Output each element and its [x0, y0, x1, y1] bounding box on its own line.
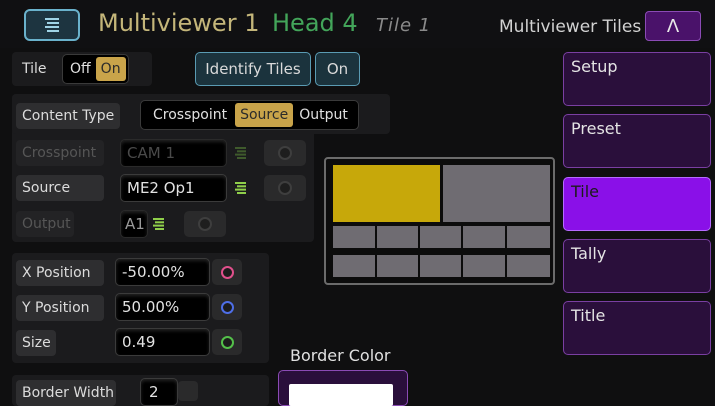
- sidebar-item-title[interactable]: Title: [563, 301, 711, 355]
- content-type-output[interactable]: Output: [293, 103, 356, 127]
- size-color-dot: [220, 335, 234, 349]
- tile-on-off-toggle[interactable]: Off On: [62, 54, 129, 84]
- y-position-dot-button[interactable]: [212, 294, 242, 320]
- tile-title: Tile 1: [376, 15, 432, 36]
- content-type-label: Content Type: [16, 103, 121, 129]
- output-list-icon[interactable]: [148, 211, 168, 237]
- tile-layout-preview: [324, 157, 555, 285]
- sidebar-item-preset[interactable]: Preset: [563, 114, 711, 168]
- size-label: Size: [16, 330, 56, 356]
- border-color-label: Border Color: [290, 346, 391, 365]
- y-position-color-dot: [220, 300, 234, 314]
- preview-tile-small[interactable]: [507, 255, 550, 277]
- knob-icon: [278, 181, 292, 195]
- y-position-label: Y Position: [16, 295, 104, 321]
- content-type-source[interactable]: Source: [235, 103, 294, 127]
- crosspoint-knob[interactable]: [264, 140, 306, 166]
- preview-tile-large[interactable]: [443, 165, 550, 222]
- preview-tile-small[interactable]: [377, 255, 418, 277]
- source-label: Source: [16, 175, 104, 201]
- crosspoint-field[interactable]: CAM 1: [120, 139, 227, 167]
- preview-tile-small[interactable]: [333, 255, 375, 277]
- head-title: Head 4: [272, 9, 358, 37]
- knob-icon: [278, 146, 292, 160]
- sidebar-item-tile[interactable]: Tile: [563, 177, 711, 231]
- output-field[interactable]: A1: [120, 210, 148, 238]
- tile-off-option[interactable]: Off: [65, 57, 96, 81]
- caret-up-icon: Λ: [666, 15, 680, 37]
- content-type-selector[interactable]: Crosspoint Source Output: [140, 100, 359, 130]
- size-dot-button[interactable]: [212, 329, 242, 355]
- x-position-color-dot: [220, 265, 234, 279]
- preview-tile-small[interactable]: [420, 226, 461, 248]
- crosspoint-label: Crosspoint: [16, 140, 104, 166]
- tile-on-option[interactable]: On: [95, 57, 126, 81]
- crosspoint-list-icon[interactable]: [230, 140, 250, 166]
- source-knob[interactable]: [264, 175, 306, 201]
- content-type-crosspoint[interactable]: Crosspoint: [143, 103, 235, 127]
- list-menu-icon: [45, 18, 59, 32]
- knob-icon: [198, 217, 212, 231]
- sidebar-item-tally[interactable]: Tally: [563, 239, 711, 293]
- preview-tile-small[interactable]: [463, 255, 505, 277]
- border-color-swatch: [289, 384, 393, 406]
- x-position-field[interactable]: -50.00%: [115, 258, 210, 286]
- source-list-icon[interactable]: [230, 175, 250, 201]
- source-field[interactable]: ME2 Op1: [120, 174, 227, 202]
- border-width-knob[interactable]: [178, 381, 198, 401]
- size-field[interactable]: 0.49: [115, 328, 210, 356]
- collapse-button[interactable]: Λ: [645, 11, 701, 41]
- y-position-field[interactable]: 50.00%: [115, 293, 210, 321]
- border-width-label: Border Width: [16, 380, 116, 406]
- output-knob[interactable]: [184, 211, 226, 237]
- header-bar: Multiviewer 1 Head 4 Tile 1 Multiviewer …: [0, 0, 715, 48]
- tile-label: Tile: [22, 61, 47, 77]
- multiviewer-tiles-label: Multiviewer Tiles: [499, 17, 642, 37]
- border-width-field[interactable]: 2: [140, 378, 178, 406]
- preview-tile-small[interactable]: [463, 226, 505, 248]
- identify-tiles-state-button[interactable]: On: [315, 52, 360, 86]
- preview-tile-selected[interactable]: [333, 165, 440, 222]
- preview-tile-small[interactable]: [420, 255, 461, 277]
- x-position-dot-button[interactable]: [212, 259, 242, 285]
- border-color-swatch-button[interactable]: [278, 370, 408, 406]
- multiviewer-title: Multiviewer 1: [98, 9, 260, 37]
- identify-tiles-button[interactable]: Identify Tiles: [195, 52, 311, 86]
- preview-tile-small[interactable]: [507, 226, 550, 248]
- preview-tile-small[interactable]: [333, 226, 375, 248]
- x-position-label: X Position: [16, 260, 104, 286]
- preview-tile-small[interactable]: [377, 226, 418, 248]
- menu-button[interactable]: [24, 9, 80, 41]
- multiviewer-app: Multiviewer 1 Head 4 Tile 1 Multiviewer …: [0, 0, 715, 406]
- output-label: Output: [16, 211, 74, 237]
- sidebar-item-setup[interactable]: Setup: [563, 52, 711, 106]
